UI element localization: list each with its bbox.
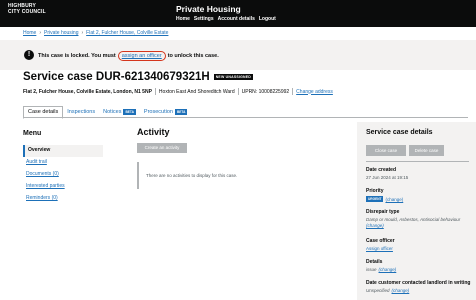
details-value: issue (change) [366, 267, 396, 272]
close-case-button[interactable]: Close case [366, 145, 406, 156]
breadcrumb-property[interactable]: Flat 2, Fulcher House, Colville Estate [86, 30, 168, 36]
divider [154, 88, 156, 95]
nav-account-details[interactable]: Account details [218, 16, 255, 22]
disrepair-text: Damp or mould, Asbestos, Antisocial beha… [366, 217, 461, 222]
delete-case-button[interactable]: Delete case [409, 145, 444, 156]
nav-settings[interactable]: Settings [194, 16, 214, 22]
landlord-contact-text: Unspecified [366, 288, 390, 293]
nav-home[interactable]: Home [176, 16, 190, 22]
menu-item-overview[interactable]: Overview [23, 145, 103, 157]
site-header: HIGHBURY CITY COUNCIL Private Housing Ho… [0, 0, 476, 27]
tab-underline [23, 117, 468, 118]
beta-badge: BETA [123, 109, 136, 115]
menu-item-documents[interactable]: Documents (0) [23, 169, 103, 181]
details-text: issue [366, 267, 377, 272]
service-case-details-heading: Service case details [366, 129, 433, 136]
app-name[interactable]: Private Housing [176, 4, 241, 14]
details-field: Details issue (change) [366, 259, 396, 272]
change-priority-link[interactable]: (change) [385, 197, 403, 202]
landlord-contact-field: Date customer contacted landlord in writ… [366, 280, 474, 293]
page-title: Service case DUR-621340679321H NEW UNASS… [23, 71, 253, 83]
status-badge: NEW UNASSIGNED [213, 74, 253, 80]
priority-badge: URGENT [366, 196, 384, 202]
date-created-value: 27 Jun 2024 at 19:15 [366, 175, 409, 180]
create-activity-button[interactable]: Create an activity [137, 143, 187, 153]
case-ward: Hoxton East And Shoreditch Ward [158, 88, 235, 95]
lock-message: This case is locked. You must assign an … [38, 51, 219, 61]
disrepair-field: Disrepair type Damp or mould, Asbestos, … [366, 209, 468, 229]
divider [237, 88, 239, 95]
tab-label: Case details [28, 109, 59, 115]
priority-value: URGENT (change) [366, 196, 403, 202]
breadcrumb-home[interactable]: Home [23, 30, 36, 36]
empty-activity-message: There are no activities to display for t… [137, 162, 328, 189]
change-details-link[interactable]: (change) [379, 267, 397, 272]
case-uprn: UPRN: 10008225992 [241, 88, 290, 95]
tab-label: Notices [103, 109, 122, 115]
menu-item-interested-parties[interactable]: Interested parties [23, 181, 103, 193]
change-disrepair-link[interactable]: (change) [366, 223, 384, 228]
lock-text-before: This case is locked. You must [38, 53, 116, 59]
divider [366, 161, 469, 162]
top-navigation: Home Settings Account details Logout [176, 16, 276, 22]
nav-logout[interactable]: Logout [259, 16, 276, 22]
divider [292, 88, 294, 95]
logo-line-2: CITY COUNCIL [8, 9, 46, 15]
assign-officer-link[interactable]: assign an officer [117, 51, 166, 61]
case-officer-field: Case officer Assign officer [366, 238, 395, 251]
tab-label: Prosecution [143, 109, 173, 115]
tab-label: Inspections [67, 109, 96, 115]
priority-field: Priority URGENT (change) [366, 188, 403, 202]
beta-badge: BETA [174, 109, 188, 115]
landlord-contact-value: Unspecified (change) [366, 288, 474, 293]
case-address-line: Flat 2, Fulcher House, Colville Estate, … [23, 88, 333, 95]
change-landlord-contact-link[interactable]: (change) [392, 288, 410, 293]
date-created-field: Date created 27 Jun 2024 at 19:15 [366, 167, 408, 180]
menu-item-audit-trail[interactable]: Audit trail [23, 157, 103, 169]
priority-label: Priority [366, 188, 384, 194]
menu-item-reminders[interactable]: Reminders (0) [23, 193, 103, 205]
breadcrumb-private-housing[interactable]: Private housing [44, 30, 78, 36]
side-menu: Overview Audit trail Documents (0) Inter… [23, 145, 103, 205]
menu-heading: Menu [23, 130, 42, 137]
council-logo[interactable]: HIGHBURY CITY COUNCIL [8, 3, 46, 15]
breadcrumb-separator-icon: › [39, 30, 42, 36]
case-officer-label: Case officer [366, 238, 395, 244]
date-created-label: Date created [366, 167, 397, 173]
activity-heading: Activity [137, 127, 170, 137]
change-address-link[interactable]: Change address [296, 89, 333, 95]
case-address: Flat 2, Fulcher House, Colville Estate, … [23, 88, 152, 95]
disrepair-value: Damp or mould, Asbestos, Antisocial beha… [366, 217, 468, 229]
case-title-text: Service case DUR-621340679321H [23, 71, 210, 83]
landlord-contact-label: Date customer contacted landlord in writ… [366, 280, 471, 286]
disrepair-label: Disrepair type [366, 209, 400, 215]
details-label: Details [366, 259, 383, 265]
warning-icon: ! [24, 50, 34, 60]
breadcrumb: Home › Private housing › Flat 2, Fulcher… [23, 30, 168, 36]
assign-officer-sidebar-link[interactable]: Assign officer [366, 246, 393, 251]
lock-text-after: to unlock this case. [167, 53, 219, 59]
breadcrumb-separator-icon: › [81, 30, 84, 36]
